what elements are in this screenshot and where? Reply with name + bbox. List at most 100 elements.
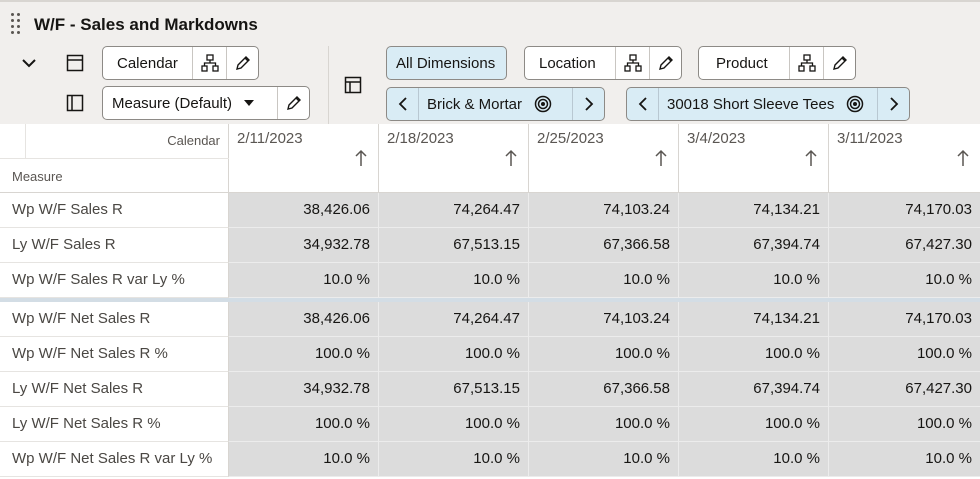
all-dimensions-button[interactable]: All Dimensions — [386, 46, 507, 80]
product-value-navigator[interactable]: 30018 Short Sleeve Tees — [626, 87, 910, 121]
row-layout-icon[interactable] — [62, 92, 88, 114]
measure-dropdown-pill[interactable]: Measure (Default) — [102, 86, 310, 120]
sort-arrow-up-icon[interactable] — [654, 149, 668, 167]
sort-arrow-up-icon[interactable] — [804, 149, 818, 167]
edit-pencil-icon[interactable] — [226, 47, 258, 79]
collapse-chevron-icon[interactable] — [16, 52, 42, 74]
hierarchy-icon[interactable] — [192, 47, 226, 79]
corner-calendar-label: Calendar — [167, 133, 220, 148]
data-cell[interactable]: 100.0 % — [829, 337, 980, 372]
data-cell[interactable]: 34,932.78 — [229, 228, 379, 263]
calendar-label: Calendar — [117, 54, 178, 72]
data-cell[interactable]: 67,427.30 — [829, 372, 980, 407]
row-label[interactable]: Wp W/F Net Sales R % — [0, 337, 229, 372]
table-row: Ly W/F Net Sales R % 100.0 % 100.0 % 100… — [0, 407, 980, 442]
edit-pencil-icon[interactable] — [649, 47, 681, 79]
measure-label: Measure (Default) — [112, 94, 233, 112]
edit-pencil-icon[interactable] — [823, 47, 855, 79]
location-value: Brick & Mortar — [427, 95, 523, 113]
data-cell[interactable]: 67,366.58 — [529, 228, 679, 263]
data-cell[interactable]: 100.0 % — [529, 337, 679, 372]
data-cell[interactable]: 74,134.21 — [679, 302, 829, 337]
calendar-dimension-pill[interactable]: Calendar — [102, 46, 259, 80]
data-cell[interactable]: 100.0 % — [679, 407, 829, 442]
data-cell[interactable]: 74,264.47 — [379, 193, 529, 228]
data-cell[interactable]: 74,264.47 — [379, 302, 529, 337]
data-cell[interactable]: 74,134.21 — [679, 193, 829, 228]
row-label[interactable]: Wp W/F Net Sales R var Ly % — [0, 442, 229, 477]
column-header[interactable]: 2/11/2023 — [229, 124, 379, 193]
data-cell[interactable]: 100.0 % — [529, 407, 679, 442]
data-cell[interactable]: 10.0 % — [379, 442, 529, 477]
column-header[interactable]: 3/11/2023 — [829, 124, 980, 193]
data-cell[interactable]: 10.0 % — [829, 442, 980, 477]
data-cell[interactable]: 67,513.15 — [379, 228, 529, 263]
data-cell[interactable]: 10.0 % — [679, 263, 829, 298]
column-header[interactable]: 2/18/2023 — [379, 124, 529, 193]
table-row: Wp W/F Sales R var Ly % 10.0 % 10.0 % 10… — [0, 263, 980, 298]
data-cell[interactable]: 38,426.06 — [229, 193, 379, 228]
data-cell[interactable]: 74,170.03 — [829, 302, 980, 337]
row-label[interactable]: Ly W/F Sales R — [0, 228, 229, 263]
data-cell[interactable]: 67,427.30 — [829, 228, 980, 263]
next-chevron-icon[interactable] — [877, 88, 909, 120]
hierarchy-icon[interactable] — [789, 47, 823, 79]
row-label[interactable]: Ly W/F Net Sales R % — [0, 407, 229, 442]
data-cell[interactable]: 100.0 % — [829, 407, 980, 442]
pivot-layout-icon[interactable] — [340, 73, 366, 97]
data-cell[interactable]: 100.0 % — [379, 337, 529, 372]
data-cell[interactable]: 67,513.15 — [379, 372, 529, 407]
target-icon[interactable] — [530, 88, 556, 120]
data-cell[interactable]: 74,170.03 — [829, 193, 980, 228]
row-label[interactable]: Wp W/F Net Sales R — [0, 302, 229, 337]
toolbar-divider — [328, 46, 329, 124]
location-label: Location — [539, 54, 596, 72]
column-header[interactable]: 2/25/2023 — [529, 124, 679, 193]
data-cell[interactable]: 74,103.24 — [529, 193, 679, 228]
data-cell[interactable]: 100.0 % — [379, 407, 529, 442]
corner-divider — [25, 124, 26, 158]
data-cell[interactable]: 74,103.24 — [529, 302, 679, 337]
all-dimensions-label: All Dimensions — [396, 54, 496, 72]
drag-handle-icon[interactable] — [11, 13, 23, 37]
data-cell[interactable]: 34,932.78 — [229, 372, 379, 407]
data-cell[interactable]: 10.0 % — [229, 263, 379, 298]
data-cell[interactable]: 100.0 % — [679, 337, 829, 372]
location-dimension-pill[interactable]: Location — [524, 46, 682, 80]
product-value: 30018 Short Sleeve Tees — [667, 95, 835, 113]
row-label[interactable]: Wp W/F Sales R — [0, 193, 229, 228]
hierarchy-icon[interactable] — [615, 47, 649, 79]
table-row: Wp W/F Net Sales R var Ly % 10.0 % 10.0 … — [0, 442, 980, 477]
data-cell[interactable]: 38,426.06 — [229, 302, 379, 337]
data-cell[interactable]: 67,394.74 — [679, 372, 829, 407]
dropdown-caret-icon[interactable] — [238, 87, 260, 119]
data-grid: Calendar Measure 2/11/2023 2/18/2023 2/2… — [0, 124, 980, 479]
location-value-navigator[interactable]: Brick & Mortar — [386, 87, 605, 121]
row-label[interactable]: Ly W/F Net Sales R — [0, 372, 229, 407]
column-header[interactable]: 3/4/2023 — [679, 124, 829, 193]
previous-chevron-icon[interactable] — [627, 88, 659, 120]
sort-arrow-up-icon[interactable] — [354, 149, 368, 167]
next-chevron-icon[interactable] — [572, 88, 604, 120]
previous-chevron-icon[interactable] — [387, 88, 419, 120]
row-label[interactable]: Wp W/F Sales R var Ly % — [0, 263, 229, 298]
sort-arrow-up-icon[interactable] — [504, 149, 518, 167]
data-cell[interactable]: 100.0 % — [229, 337, 379, 372]
data-cell[interactable]: 67,394.74 — [679, 228, 829, 263]
data-cell[interactable]: 10.0 % — [229, 442, 379, 477]
data-cell[interactable]: 10.0 % — [529, 442, 679, 477]
sort-arrow-up-icon[interactable] — [956, 149, 970, 167]
table-row: Ly W/F Net Sales R 34,932.78 67,513.15 6… — [0, 372, 980, 407]
column-date: 2/25/2023 — [537, 130, 604, 147]
product-dimension-pill[interactable]: Product — [698, 46, 856, 80]
product-label: Product — [716, 54, 768, 72]
edit-pencil-icon[interactable] — [277, 87, 309, 119]
data-cell[interactable]: 67,366.58 — [529, 372, 679, 407]
data-cell[interactable]: 10.0 % — [529, 263, 679, 298]
data-cell[interactable]: 10.0 % — [829, 263, 980, 298]
target-icon[interactable] — [842, 88, 868, 120]
data-cell[interactable]: 100.0 % — [229, 407, 379, 442]
data-cell[interactable]: 10.0 % — [379, 263, 529, 298]
data-cell[interactable]: 10.0 % — [679, 442, 829, 477]
column-layout-icon[interactable] — [62, 52, 88, 74]
